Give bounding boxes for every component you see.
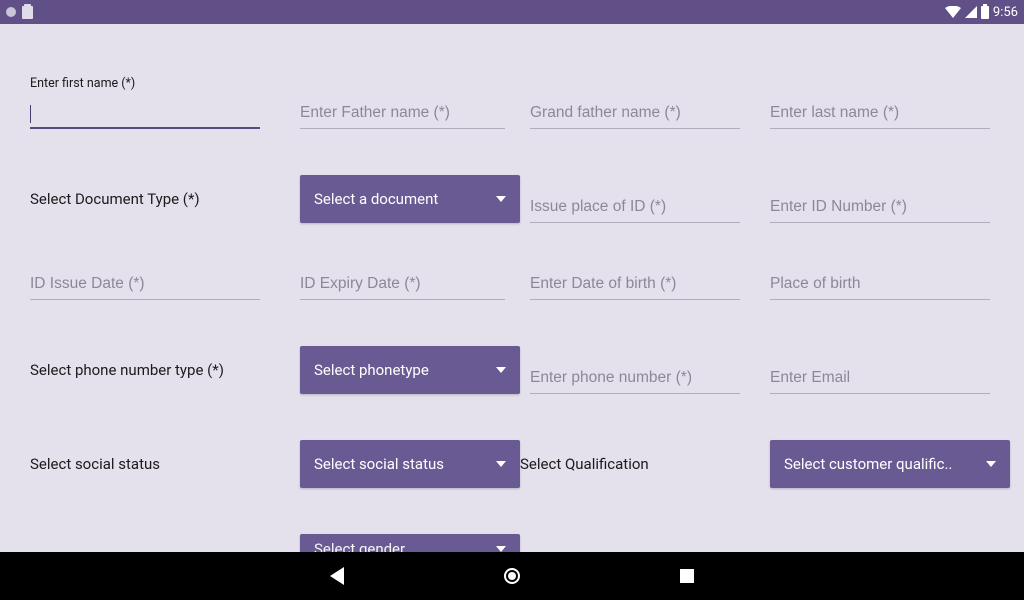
document-type-label: Select Document Type (*): [30, 175, 270, 223]
father-name-input[interactable]: [300, 98, 505, 129]
phone-type-select[interactable]: Select phonetype: [300, 346, 520, 394]
chevron-down-icon: [496, 196, 506, 202]
email-input[interactable]: [770, 363, 990, 394]
sd-card-icon: [22, 6, 33, 19]
first-name-label: Enter first name (*): [30, 76, 270, 91]
sync-icon: [6, 7, 16, 17]
id-number-input[interactable]: [770, 192, 990, 223]
social-status-select-value: Select social status: [314, 455, 444, 473]
qualification-label: Select Qualification: [520, 440, 740, 488]
nav-back-button[interactable]: [330, 567, 344, 585]
android-nav-bar: [0, 552, 1024, 600]
phone-type-select-value: Select phonetype: [314, 361, 429, 379]
date-of-birth-input[interactable]: [530, 269, 740, 300]
qualification-select-value: Select customer qualific..: [784, 455, 952, 473]
document-type-select[interactable]: Select a document: [300, 175, 520, 223]
last-name-input[interactable]: [770, 98, 990, 129]
place-of-birth-input[interactable]: [770, 269, 990, 300]
cell-signal-icon: [965, 6, 977, 18]
chevron-down-icon: [496, 546, 506, 552]
document-type-select-value: Select a document: [314, 190, 438, 208]
grandfather-name-input[interactable]: [530, 98, 740, 129]
gender-select[interactable]: Select gender: [300, 534, 520, 552]
android-status-bar: 9:56: [0, 0, 1024, 24]
chevron-down-icon: [496, 367, 506, 373]
phone-type-label: Select phone number type (*): [30, 346, 270, 394]
social-status-select[interactable]: Select social status: [300, 440, 520, 488]
form-content: Enter first name (*) Select Document Typ…: [0, 24, 1024, 552]
first-name-input[interactable]: [30, 97, 260, 129]
id-issue-place-input[interactable]: [530, 192, 740, 223]
social-status-label: Select social status: [30, 440, 270, 488]
phone-number-input[interactable]: [530, 363, 740, 394]
chevron-down-icon: [496, 461, 506, 467]
nav-recent-button[interactable]: [680, 569, 694, 583]
wifi-icon: [945, 6, 961, 18]
clock: 9:56: [993, 5, 1018, 20]
qualification-select[interactable]: Select customer qualific..: [770, 440, 1010, 488]
nav-home-button[interactable]: [504, 568, 520, 584]
id-issue-date-input[interactable]: [30, 269, 260, 300]
id-expiry-date-input[interactable]: [300, 269, 505, 300]
gender-select-value: Select gender: [314, 540, 405, 552]
chevron-down-icon: [986, 461, 996, 467]
battery-icon: [981, 6, 989, 19]
